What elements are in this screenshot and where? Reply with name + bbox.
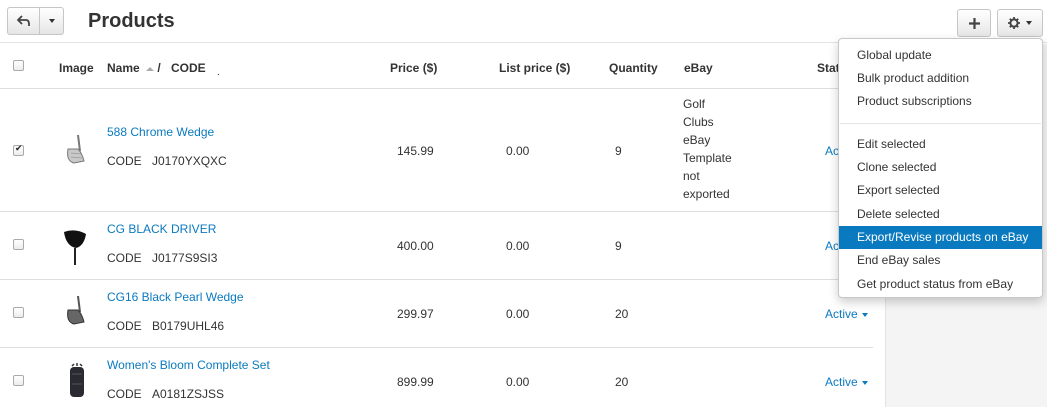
product-image[interactable] <box>62 294 92 328</box>
gear-icon <box>1008 17 1020 29</box>
list-price-value[interactable]: 0.00 <box>506 307 529 321</box>
table-row: CG BLACK DRIVER CODE J0177S9SI3 400.00 0… <box>0 212 873 280</box>
price-value[interactable]: 899.99 <box>397 375 434 389</box>
column-name-label: Name <box>107 61 140 75</box>
code-label: CODE <box>107 251 142 265</box>
ebay-status-text: Golf Clubs eBay Template not exported <box>683 95 732 203</box>
sort-asc-icon <box>146 67 155 71</box>
product-image[interactable] <box>62 362 92 402</box>
list-price-value[interactable]: 0.00 <box>506 239 529 253</box>
table-row: CG16 Black Pearl Wedge CODE B0179UHL46 2… <box>0 280 873 348</box>
column-quantity[interactable]: Quantity <box>609 61 658 75</box>
product-name-link[interactable]: Women's Bloom Complete Set <box>107 358 270 372</box>
ebay-text-line: eBay <box>683 133 711 147</box>
quantity-value[interactable]: 9 <box>615 144 622 158</box>
table-row: 588 Chrome Wedge CODE J0170YXQXC 145.99 … <box>0 89 873 212</box>
column-ebay: eBay <box>684 61 713 75</box>
back-button[interactable] <box>7 7 40 35</box>
column-price[interactable]: Price ($) <box>390 61 437 75</box>
menu-item-export-selected[interactable]: Export selected <box>839 179 1042 202</box>
chevron-down-icon <box>861 312 868 317</box>
product-name-link[interactable]: CG16 Black Pearl Wedge <box>107 290 244 304</box>
price-value[interactable]: 145.99 <box>397 144 434 158</box>
product-code: A0181ZSJSS <box>152 387 225 401</box>
status-dropdown[interactable]: Active <box>825 375 868 389</box>
chevron-down-icon <box>861 380 868 385</box>
product-name-link[interactable]: 588 Chrome Wedge <box>107 125 214 139</box>
menu-item-global-update[interactable]: Global update <box>839 44 1042 67</box>
price-value[interactable]: 400.00 <box>397 239 434 253</box>
quantity-value[interactable]: 9 <box>615 239 622 253</box>
quantity-value[interactable]: 20 <box>615 375 628 389</box>
select-all-checkbox[interactable] <box>13 60 24 71</box>
add-product-button[interactable] <box>957 9 991 37</box>
menu-item-delete-selected[interactable]: Delete selected <box>839 203 1042 226</box>
column-code-label: CODE <box>171 61 206 75</box>
product-image[interactable] <box>62 133 92 167</box>
top-toolbar: Products <box>0 0 1047 43</box>
price-value[interactable]: 299.97 <box>397 307 434 321</box>
menu-item-edit-selected[interactable]: Edit selected <box>839 133 1042 156</box>
product-code: B0179UHL46 <box>152 319 225 333</box>
product-name-link[interactable]: CG BLACK DRIVER <box>107 222 216 236</box>
settings-dropdown-button[interactable] <box>997 9 1043 37</box>
ebay-text-line: Template <box>683 151 732 165</box>
plus-icon <box>968 17 980 29</box>
menu-divider <box>840 123 1041 124</box>
column-list-price[interactable]: List price ($) <box>499 61 570 75</box>
product-code: J0177S9SI3 <box>152 251 218 265</box>
code-label: CODE <box>107 319 142 333</box>
column-image: Image <box>59 61 94 75</box>
status-label: Active <box>825 375 858 389</box>
back-dropdown-button[interactable] <box>39 7 64 35</box>
code-label: CODE <box>107 154 142 168</box>
list-price-value[interactable]: 0.00 <box>506 144 529 158</box>
ebay-text-line: Golf <box>683 97 706 111</box>
list-price-value[interactable]: 0.00 <box>506 375 529 389</box>
table-row: Women's Bloom Complete Set CODE A0181ZSJ… <box>0 348 873 407</box>
menu-item-bulk-product-addition[interactable]: Bulk product addition <box>839 67 1042 90</box>
row-checkbox[interactable] <box>13 375 24 386</box>
back-arrow-icon <box>16 15 30 26</box>
quantity-value[interactable]: 20 <box>615 307 628 321</box>
menu-item-product-subscriptions[interactable]: Product subscriptions <box>839 90 1042 113</box>
status-dropdown[interactable]: Active <box>825 307 868 321</box>
status-label: Active <box>825 307 858 321</box>
menu-item-end-ebay-sales[interactable]: End eBay sales <box>839 249 1042 272</box>
ebay-text-line: Clubs <box>683 115 714 129</box>
column-name[interactable]: Name / <box>107 61 161 75</box>
row-checkbox[interactable] <box>13 143 24 156</box>
ebay-text-line: not <box>683 169 700 183</box>
menu-item-get-product-status-ebay[interactable]: Get product status from eBay <box>839 273 1042 296</box>
chevron-down-icon <box>48 19 55 23</box>
code-label: CODE <box>107 387 142 401</box>
page-title: Products <box>88 10 175 32</box>
menu-item-export-revise-ebay[interactable]: Export/Revise products on eBay <box>839 226 1042 249</box>
table-header: Image Name / CODE . Price ($) List price… <box>0 44 873 89</box>
column-code-marker: . <box>217 67 220 78</box>
product-code: J0170YXQXC <box>152 154 227 168</box>
row-checkbox[interactable] <box>13 239 24 250</box>
product-image[interactable] <box>60 228 90 266</box>
ebay-text-line: exported <box>683 187 730 201</box>
settings-dropdown-menu: Global update Bulk product addition Prod… <box>838 38 1043 298</box>
chevron-down-icon <box>1026 21 1032 25</box>
column-separator: / <box>157 61 161 75</box>
menu-item-clone-selected[interactable]: Clone selected <box>839 156 1042 179</box>
row-checkbox[interactable] <box>13 307 24 318</box>
column-code[interactable]: CODE . <box>171 61 220 78</box>
column-status[interactable]: Stat <box>817 61 840 75</box>
